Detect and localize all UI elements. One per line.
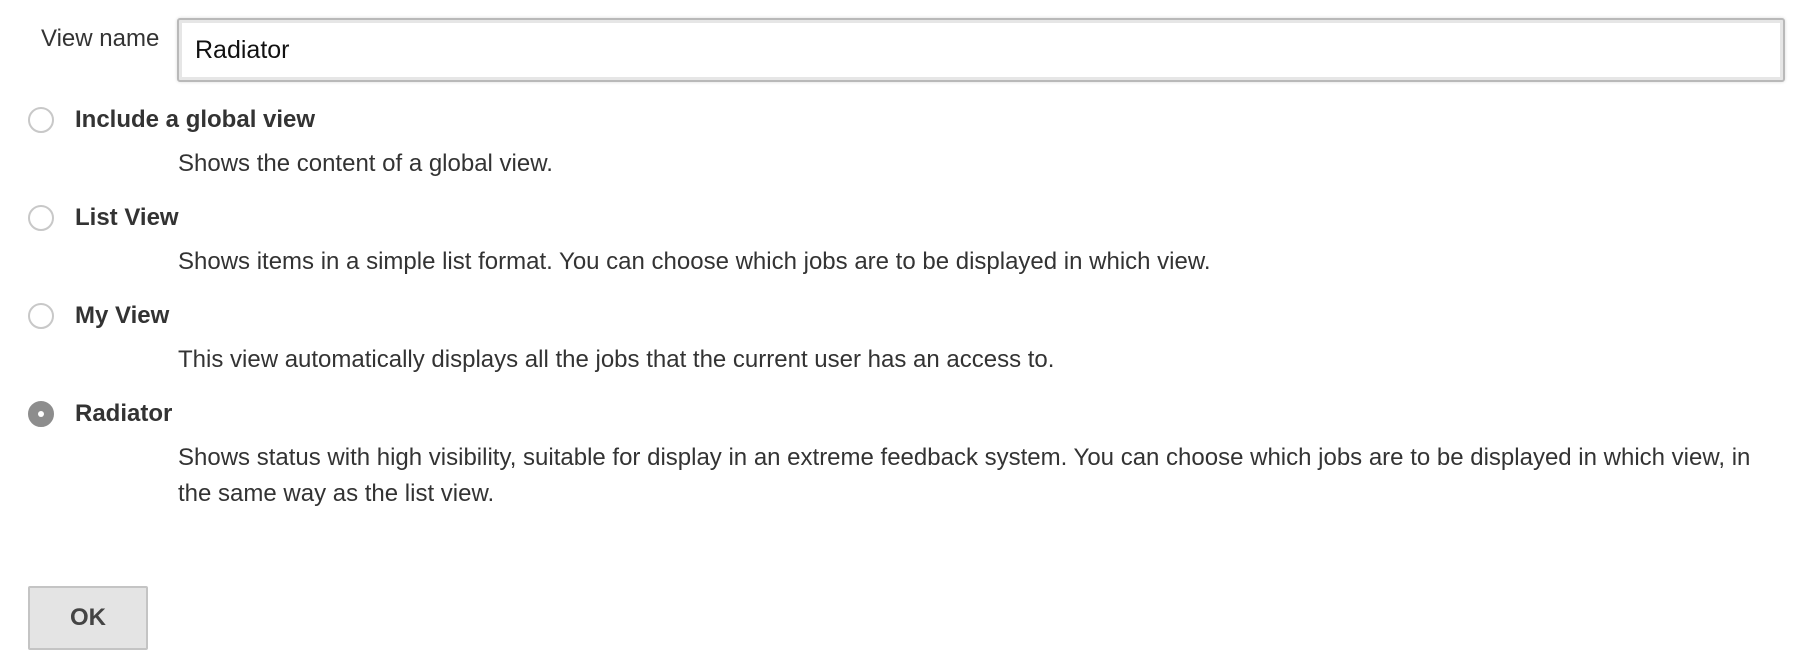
radio-radiator[interactable] <box>28 401 54 427</box>
option-head[interactable]: List View <box>28 202 179 234</box>
option-head[interactable]: Radiator <box>28 398 172 430</box>
option-label-radiator[interactable]: Radiator <box>75 400 172 428</box>
option-label-global-view[interactable]: Include a global view <box>75 106 315 134</box>
new-view-form: View name Include a global view Shows th… <box>0 0 1800 672</box>
radio-list-view[interactable] <box>28 205 54 231</box>
option-desc-list-view: Shows items in a simple list format. You… <box>178 248 1211 275</box>
view-name-label: View name <box>41 25 160 52</box>
option-list-view[interactable]: List View <box>28 202 179 234</box>
option-global-view[interactable]: Include a global view <box>28 104 315 136</box>
option-label-my-view[interactable]: My View <box>75 302 169 330</box>
radio-global-view[interactable] <box>28 107 54 133</box>
option-desc-radiator: Shows status with high visibility, suita… <box>178 444 1751 507</box>
option-my-view[interactable]: My View <box>28 300 169 332</box>
option-head[interactable]: Include a global view <box>28 104 315 136</box>
option-desc-global-view: Shows the content of a global view. <box>178 150 553 177</box>
view-name-input[interactable] <box>177 18 1785 82</box>
option-label-list-view[interactable]: List View <box>75 204 179 232</box>
ok-button[interactable]: OK <box>28 586 148 650</box>
option-radiator[interactable]: Radiator <box>28 398 172 430</box>
view-name-row: View name <box>41 18 176 51</box>
radio-my-view[interactable] <box>28 303 54 329</box>
option-desc-my-view: This view automatically displays all the… <box>178 346 1055 373</box>
option-head[interactable]: My View <box>28 300 169 332</box>
